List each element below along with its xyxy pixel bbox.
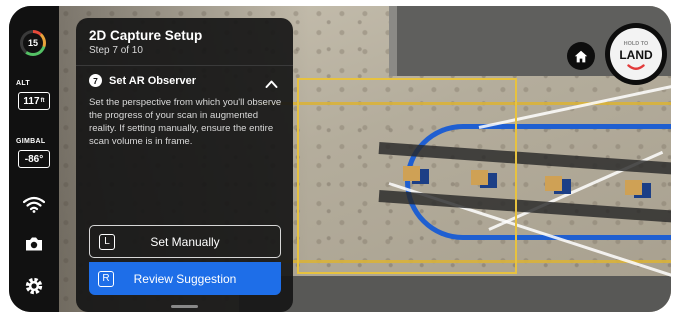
altitude-value: 117 ft — [18, 92, 50, 110]
home-icon — [574, 50, 588, 62]
scan-target — [545, 176, 562, 191]
scan-target — [403, 166, 420, 181]
gimbal-value: -86° — [18, 150, 50, 168]
gimbal-number: -86° — [24, 153, 44, 165]
land-text: LAND — [619, 48, 653, 62]
asphalt-area-bottom — [239, 276, 671, 312]
panel-title: 2D Capture Setup — [89, 28, 203, 43]
key-hint: R — [98, 270, 114, 287]
altitude-number: 117 — [23, 95, 40, 107]
land-arc-icon — [627, 64, 645, 70]
home-button[interactable] — [567, 42, 595, 70]
step-description: Set the perspective from which you'll ob… — [89, 97, 282, 147]
hold-to-land-button[interactable]: HOLD TO LAND — [605, 23, 667, 85]
wifi-icon[interactable] — [21, 192, 47, 216]
battery-level: 15 — [27, 38, 38, 48]
step-indicator: Step 7 of 10 — [89, 45, 143, 56]
button-label: Set Manually — [150, 234, 220, 249]
key-hint: L — [99, 233, 115, 250]
divider — [76, 65, 293, 66]
button-label: Review Suggestion — [133, 271, 237, 286]
land-hold-text: HOLD TO — [623, 41, 649, 47]
camera-icon[interactable] — [21, 232, 47, 256]
set-manually-button[interactable]: L Set Manually — [89, 225, 281, 258]
altitude-unit: ft — [40, 98, 45, 104]
gear-icon[interactable] — [21, 274, 47, 298]
capture-setup-panel: 2D Capture Setup Step 7 of 10 7 Set AR O… — [76, 18, 293, 312]
scan-target — [471, 170, 488, 185]
status-rail: 15 ALT 117 ft GIMBAL -86° — [9, 6, 59, 312]
curb — [389, 6, 397, 76]
scan-target — [625, 180, 642, 195]
gimbal-label: GIMBAL — [16, 138, 46, 145]
step-number-badge: 7 — [89, 74, 102, 87]
altitude-label: ALT — [16, 80, 30, 87]
app-screen: 15 ALT 117 ft GIMBAL -86° 2D Capture Set… — [9, 6, 671, 312]
drag-handle[interactable] — [171, 305, 198, 308]
chevron-up-icon[interactable] — [265, 76, 278, 88]
step-heading: Set AR Observer — [109, 75, 197, 87]
battery-icon: 15 — [20, 30, 46, 56]
review-suggestion-button[interactable]: R Review Suggestion — [89, 262, 281, 295]
land-button-face: HOLD TO LAND — [610, 28, 662, 80]
